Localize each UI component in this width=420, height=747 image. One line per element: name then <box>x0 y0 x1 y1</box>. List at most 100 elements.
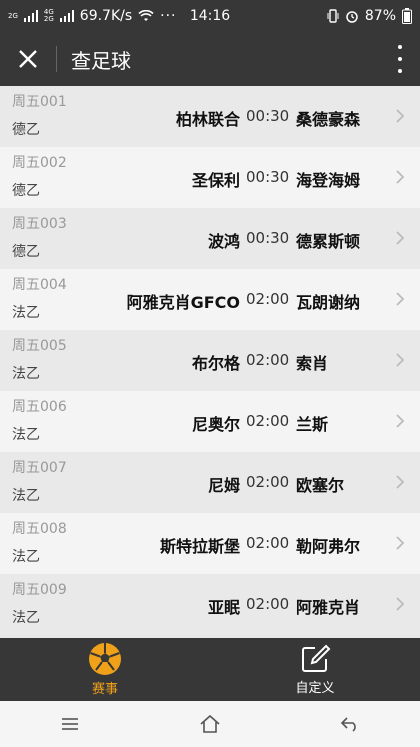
bottom-tab-bar: 赛事 自定义 <box>0 638 420 701</box>
chevron-right-icon <box>396 109 405 123</box>
match-row[interactable]: 周五005 法乙 布尔格 02:00 索肖 <box>0 330 420 391</box>
status-left: 2G 4G 2G 69.7K/s ··· <box>8 8 177 24</box>
kickoff-time: 00:30 <box>246 168 290 186</box>
page-title: 查足球 <box>71 48 131 73</box>
chevron-right-icon <box>396 353 405 367</box>
match-number: 周五007 <box>12 460 67 476</box>
home-team: 阿雅克肖GFCO <box>126 293 240 312</box>
match-number: 周五009 <box>12 582 67 598</box>
match-number: 周五006 <box>12 399 67 415</box>
more-vertical-icon-dot <box>398 57 402 61</box>
match-meta: 周五001 德乙 <box>12 91 67 139</box>
match-number: 周五005 <box>12 338 67 354</box>
chevron-right-icon <box>396 170 405 184</box>
chevron-right-icon <box>396 231 405 245</box>
home-team: 斯特拉斯堡 <box>159 537 240 556</box>
tab-events[interactable]: 赛事 <box>0 638 210 701</box>
tab-custom-label: 自定义 <box>295 681 335 696</box>
match-meta: 周五003 德乙 <box>12 213 67 261</box>
alarm-icon <box>346 11 358 23</box>
match-meta: 周五007 法乙 <box>12 457 67 505</box>
header-divider <box>56 46 57 72</box>
network-speed: 69.7K/s <box>79 8 133 24</box>
more-notifications-icon: ··· <box>160 8 177 24</box>
battery-icon <box>402 8 412 24</box>
network-type-indicator-2: 4G 2G <box>44 9 54 23</box>
away-team: 阿雅克肖 <box>296 598 361 617</box>
battery-percent: 87% <box>364 8 396 24</box>
kickoff-time: 02:00 <box>246 473 290 491</box>
match-row[interactable]: 周五008 法乙 斯特拉斯堡 02:00 勒阿弗尔 <box>0 513 420 574</box>
status-right: 87% <box>327 8 412 24</box>
home-team: 圣保利 <box>191 171 240 190</box>
signal-icon-2 <box>59 10 74 22</box>
more-vertical-icon-dot <box>398 69 402 73</box>
match-meta: 周五002 德乙 <box>12 152 67 200</box>
away-team: 德累斯顿 <box>296 232 361 251</box>
chevron-right-icon <box>396 414 405 428</box>
match-number: 周五003 <box>12 216 67 232</box>
close-icon <box>19 50 37 68</box>
match-meta: 周五008 法乙 <box>12 518 67 566</box>
match-meta: 周五004 法乙 <box>12 274 67 322</box>
kickoff-time: 02:00 <box>246 595 290 613</box>
menu-button[interactable] <box>40 701 100 747</box>
kickoff-time: 02:00 <box>246 290 290 308</box>
league-name: 法乙 <box>12 488 40 504</box>
edit-icon <box>302 644 331 672</box>
tab-custom[interactable]: 自定义 <box>210 638 420 701</box>
home-team: 尼姆 <box>207 476 240 495</box>
match-meta: 周五006 法乙 <box>12 396 67 444</box>
match-row[interactable]: 周五004 法乙 阿雅克肖GFCO 02:00 瓦朗谢纳 <box>0 269 420 330</box>
menu-icon <box>62 718 78 730</box>
match-number: 周五008 <box>12 521 67 537</box>
kickoff-time: 02:00 <box>246 412 290 430</box>
away-team: 瓦朗谢纳 <box>296 293 361 312</box>
away-team: 海登海姆 <box>296 171 361 190</box>
away-team: 欧塞尔 <box>296 476 345 495</box>
league-name: 德乙 <box>12 244 40 260</box>
match-row[interactable]: 周五009 法乙 亚眠 02:00 阿雅克肖 <box>0 574 420 635</box>
chevron-right-icon <box>396 597 405 611</box>
match-number: 周五002 <box>12 155 67 171</box>
match-row[interactable]: 周五007 法乙 尼姆 02:00 欧塞尔 <box>0 452 420 513</box>
vibrate-icon <box>327 9 339 23</box>
league-name: 法乙 <box>12 305 40 321</box>
close-button[interactable] <box>0 32 56 86</box>
signal-icon <box>23 10 38 22</box>
kickoff-time: 00:30 <box>246 229 290 247</box>
back-icon <box>340 717 356 732</box>
back-button[interactable] <box>320 701 380 747</box>
app-header: 查足球 <box>0 32 420 86</box>
network-type-top: 2G <box>8 11 18 20</box>
match-row[interactable]: 周五006 法乙 尼奥尔 02:00 兰斯 <box>0 391 420 452</box>
soccer-ball-icon <box>89 643 121 675</box>
home-team: 柏林联合 <box>175 110 240 129</box>
match-row[interactable]: 周五001 德乙 柏林联合 00:30 桑德豪森 <box>0 86 420 147</box>
wifi-icon <box>138 10 154 21</box>
away-team: 桑德豪森 <box>296 110 361 129</box>
match-row[interactable]: 周五003 德乙 波鸿 00:30 德累斯顿 <box>0 208 420 269</box>
match-row[interactable]: 周五002 德乙 圣保利 00:30 海登海姆 <box>0 147 420 208</box>
match-number: 周五004 <box>12 277 67 293</box>
kickoff-time: 02:00 <box>246 534 290 552</box>
home-team: 布尔格 <box>191 354 240 373</box>
league-name: 法乙 <box>12 366 40 382</box>
league-name: 法乙 <box>12 427 40 443</box>
kickoff-time: 02:00 <box>246 351 290 369</box>
network-type-indicator: 2G <box>8 11 18 20</box>
match-list: 周五001 德乙 柏林联合 00:30 桑德豪森 周五002 德乙 圣保利 00… <box>0 86 420 638</box>
home-team: 波鸿 <box>207 232 240 251</box>
away-team: 勒阿弗尔 <box>296 537 361 556</box>
match-meta: 周五009 法乙 <box>12 579 67 627</box>
league-name: 德乙 <box>12 183 40 199</box>
more-menu-button[interactable] <box>392 45 408 73</box>
away-team: 索肖 <box>296 354 329 373</box>
home-team: 尼奥尔 <box>191 415 240 434</box>
home-button[interactable] <box>180 701 240 747</box>
network-type-mid-bottom: 2G <box>43 15 54 23</box>
match-meta: 周五005 法乙 <box>12 335 67 383</box>
league-name: 法乙 <box>12 610 40 626</box>
home-team: 亚眠 <box>207 598 240 617</box>
kickoff-time: 00:30 <box>246 107 290 125</box>
